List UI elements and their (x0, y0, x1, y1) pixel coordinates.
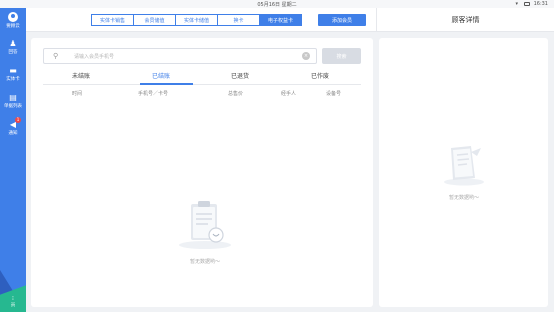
top-bar: 实体卡销售 会员储值 实体卡储值 换卡 电子权益卡 添加会员 顾客详情 (26, 8, 554, 32)
card-icon: ▬ (9, 66, 17, 75)
tab-card-sale[interactable]: 实体卡销售 (91, 14, 134, 26)
sidebar-item-answer[interactable]: ♟ 回答 (0, 39, 26, 55)
staff-button[interactable]: ⁝ 员 (0, 295, 26, 308)
search-placeholder: 请输入会员手机号 (74, 54, 115, 60)
customer-detail-panel: 暂无数据哟～ (379, 38, 548, 307)
column-header: 设备号 (326, 91, 342, 97)
search-input[interactable]: ⚲ 请输入会员手机号 × (43, 48, 317, 64)
sidebar: 要顾云 ♟ 回答 ▬ 实体卡 ▤ 单据列表 ◀ 1 通知 ⁝ 员 (0, 8, 26, 312)
battery-icon (524, 2, 530, 6)
status-date: 05月16日 星期二 (257, 2, 297, 8)
document-icon: ▤ (9, 93, 17, 102)
column-header: 时间 (72, 91, 83, 97)
sidebar-item-orders[interactable]: ▤ 单据列表 (0, 93, 26, 109)
empty-message: 暂无数据哟～ (189, 259, 220, 265)
sidebar-item-notice[interactable]: ◀ 1 通知 (0, 117, 26, 136)
empty-clipboard-icon (179, 201, 231, 249)
column-header: 手机号／卡号 (138, 91, 169, 97)
logo-label: 要顾云 (6, 24, 20, 29)
tab-unsettled[interactable]: 未结账 (72, 71, 90, 80)
customer-detail-title: 顾客详情 (451, 16, 480, 24)
wifi-icon: ▾ (515, 1, 518, 7)
column-header: 总售价 (228, 91, 244, 97)
status-tabs: 未结账 已结账 已退货 已作废 (43, 68, 361, 85)
column-header: 经手人 (281, 91, 297, 97)
person-icon: ♟ (9, 39, 17, 48)
tab-card-topup[interactable]: 实体卡储值 (175, 14, 218, 26)
search-button[interactable]: 搜索 (322, 48, 361, 64)
search-icon: ⚲ (53, 52, 59, 60)
table-header: 时间 手机号／卡号 总售价 经手人 设备号 (43, 90, 361, 100)
add-member-button[interactable]: 添加会员 (318, 14, 366, 26)
sidebar-item-label: 通知 (8, 131, 18, 136)
notice-badge: 1 (15, 117, 21, 123)
staff-label: 员 (10, 303, 16, 308)
top-tabs: 实体卡销售 会员储值 实体卡储值 换卡 电子权益卡 (91, 14, 302, 26)
empty-state: 暂无数据哟～ (165, 198, 245, 265)
tab-returned[interactable]: 已退货 (231, 71, 249, 80)
empty-document-icon (444, 146, 484, 186)
tab-change-card[interactable]: 换卡 (217, 14, 260, 26)
sidebar-item-card[interactable]: ▬ 实体卡 (0, 66, 26, 82)
megaphone-icon: ◀ (9, 120, 17, 129)
tab-voided[interactable]: 已作废 (311, 71, 329, 80)
sidebar-item-label: 回答 (8, 50, 18, 55)
tab-member-topup[interactable]: 会员储值 (133, 14, 176, 26)
app-logo[interactable]: 要顾云 (0, 12, 26, 29)
logo-icon (8, 12, 18, 22)
active-tab-indicator (140, 83, 193, 85)
sidebar-item-label: 实体卡 (6, 77, 20, 82)
status-bar: 05月16日 星期二 ▾ 16:31 (0, 0, 554, 8)
order-list-panel: ⚲ 请输入会员手机号 × 搜索 未结账 已结账 已退货 已作废 时间 手机号／卡… (31, 38, 373, 307)
empty-state: 暂无数据哟～ (424, 142, 504, 201)
empty-message: 暂无数据哟～ (448, 195, 479, 201)
sidebar-item-label: 单据列表 (4, 104, 22, 109)
status-time: 16:31 (533, 1, 548, 7)
tab-settled[interactable]: 已结账 (152, 71, 170, 80)
clear-icon[interactable]: × (302, 52, 310, 60)
apps-icon: ⁝ (12, 295, 14, 302)
tab-e-benefit-card[interactable]: 电子权益卡 (259, 14, 302, 26)
